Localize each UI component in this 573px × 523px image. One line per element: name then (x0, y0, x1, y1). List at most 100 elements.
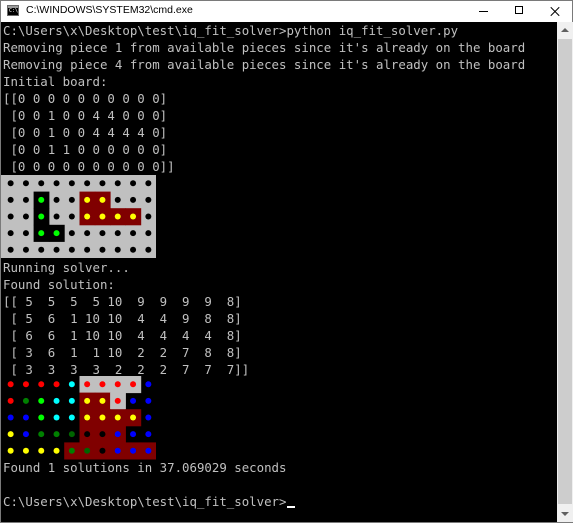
board-peg (7, 180, 14, 187)
board-peg (53, 196, 60, 203)
board-peg (22, 381, 29, 388)
board-peg (68, 246, 75, 253)
cmd-icon[interactable] (7, 5, 19, 16)
board-peg (99, 196, 106, 203)
board-peg (145, 447, 152, 454)
console-line: Found 1 solutions in 37.069029 seconds (3, 460, 287, 475)
board-peg (22, 213, 29, 220)
board-peg (145, 246, 152, 253)
console-line: [ 3 6 1 1 10 2 2 7 8 8] (3, 345, 242, 360)
board-peg (130, 447, 137, 454)
board-peg (38, 213, 45, 220)
board-peg (130, 246, 137, 253)
board-peg (68, 213, 75, 220)
board-peg (130, 381, 137, 388)
board-peg (99, 381, 106, 388)
console-line: [0 0 1 1 0 0 0 0 0 0] (3, 142, 168, 157)
board-peg (99, 180, 106, 187)
console-line: Found solution: (3, 277, 115, 292)
console-line: [ 5 6 1 10 10 4 4 9 8 8] (3, 311, 242, 326)
scroll-up-arrow-icon[interactable] (557, 22, 573, 38)
console-line: Removing piece 4 from available pieces s… (3, 57, 526, 72)
board-peg (99, 414, 106, 421)
console-line: [[ 5 5 5 5 10 9 9 9 9 8] (3, 294, 242, 309)
board-peg (53, 414, 60, 421)
board-peg (114, 447, 121, 454)
board-peg (38, 230, 45, 237)
console-line: [ 6 6 1 10 10 4 4 4 4 8] (3, 328, 242, 343)
close-button[interactable] (538, 1, 572, 22)
board-peg (84, 414, 91, 421)
board-peg (84, 180, 91, 187)
board-peg (84, 246, 91, 253)
board-peg (130, 196, 137, 203)
console-line: Running solver... (3, 260, 130, 275)
scrollbar-thumb[interactable] (558, 39, 572, 504)
board-peg (7, 397, 14, 404)
board-peg (114, 230, 121, 237)
cmd-window: C:\WINDOWS\SYSTEM32\cmd.exe C:\Users\x\D… (0, 0, 573, 523)
board-peg (53, 230, 60, 237)
console-line: Removing piece 1 from available pieces s… (3, 40, 526, 55)
board-peg (53, 397, 60, 404)
board-peg (53, 447, 60, 454)
console-line: [0 0 0 0 0 0 0 0 0 0]] (3, 159, 175, 174)
window-title: C:\WINDOWS\SYSTEM32\cmd.exe (26, 4, 193, 16)
board-peg (68, 180, 75, 187)
board-peg (114, 381, 121, 388)
board-peg (68, 230, 75, 237)
minimize-button[interactable] (466, 1, 500, 22)
console-line: C:\Users\x\Desktop\test\iq_fit_solver>py… (3, 23, 459, 38)
board-peg (99, 431, 106, 438)
board-peg (145, 397, 152, 404)
board-peg (145, 213, 152, 220)
board-peg (68, 196, 75, 203)
board-peg (53, 246, 60, 253)
board-peg (114, 414, 121, 421)
board-peg (22, 180, 29, 187)
board-peg (114, 180, 121, 187)
board-peg (130, 397, 137, 404)
board-peg (99, 230, 106, 237)
board-peg (114, 246, 121, 253)
board-peg (7, 431, 14, 438)
console-output[interactable]: C:\Users\x\Desktop\test\iq_fit_solver>py… (1, 22, 557, 522)
board-peg (99, 397, 106, 404)
console-line: [0 0 1 0 0 4 4 4 4 0] (3, 125, 168, 140)
board-peg (145, 196, 152, 203)
board-peg (114, 431, 121, 438)
board-peg (38, 381, 45, 388)
board-peg (22, 397, 29, 404)
initial-board-visual (1, 175, 156, 258)
board-peg (145, 431, 152, 438)
board-peg (130, 230, 137, 237)
board-peg (38, 246, 45, 253)
board-peg (145, 381, 152, 388)
console-line: Initial board: (3, 74, 108, 89)
prompt-text: C:\Users\x\Desktop\test\iq_fit_solver> (3, 494, 287, 509)
board-peg (7, 246, 14, 253)
scroll-down-arrow-icon[interactable] (557, 506, 573, 522)
prompt-line[interactable]: C:\Users\x\Desktop\test\iq_fit_solver> (3, 494, 296, 510)
vertical-scrollbar[interactable] (557, 22, 573, 522)
board-peg (22, 414, 29, 421)
board-peg (114, 397, 121, 404)
board-peg (38, 414, 45, 421)
board-peg (7, 196, 14, 203)
title-bar[interactable]: C:\WINDOWS\SYSTEM32\cmd.exe (1, 1, 572, 22)
board-peg (38, 447, 45, 454)
board-peg (130, 213, 137, 220)
board-peg (38, 180, 45, 187)
board-peg (68, 447, 75, 454)
board-peg (38, 397, 45, 404)
console-line: [0 0 1 0 0 4 4 0 0 0] (3, 108, 168, 123)
maximize-button[interactable] (502, 1, 536, 22)
board-peg (99, 447, 106, 454)
board-peg (84, 230, 91, 237)
board-peg (145, 414, 152, 421)
board-peg (84, 397, 91, 404)
board-peg (114, 213, 121, 220)
board-peg (68, 431, 75, 438)
board-peg (130, 414, 137, 421)
board-peg (99, 213, 106, 220)
